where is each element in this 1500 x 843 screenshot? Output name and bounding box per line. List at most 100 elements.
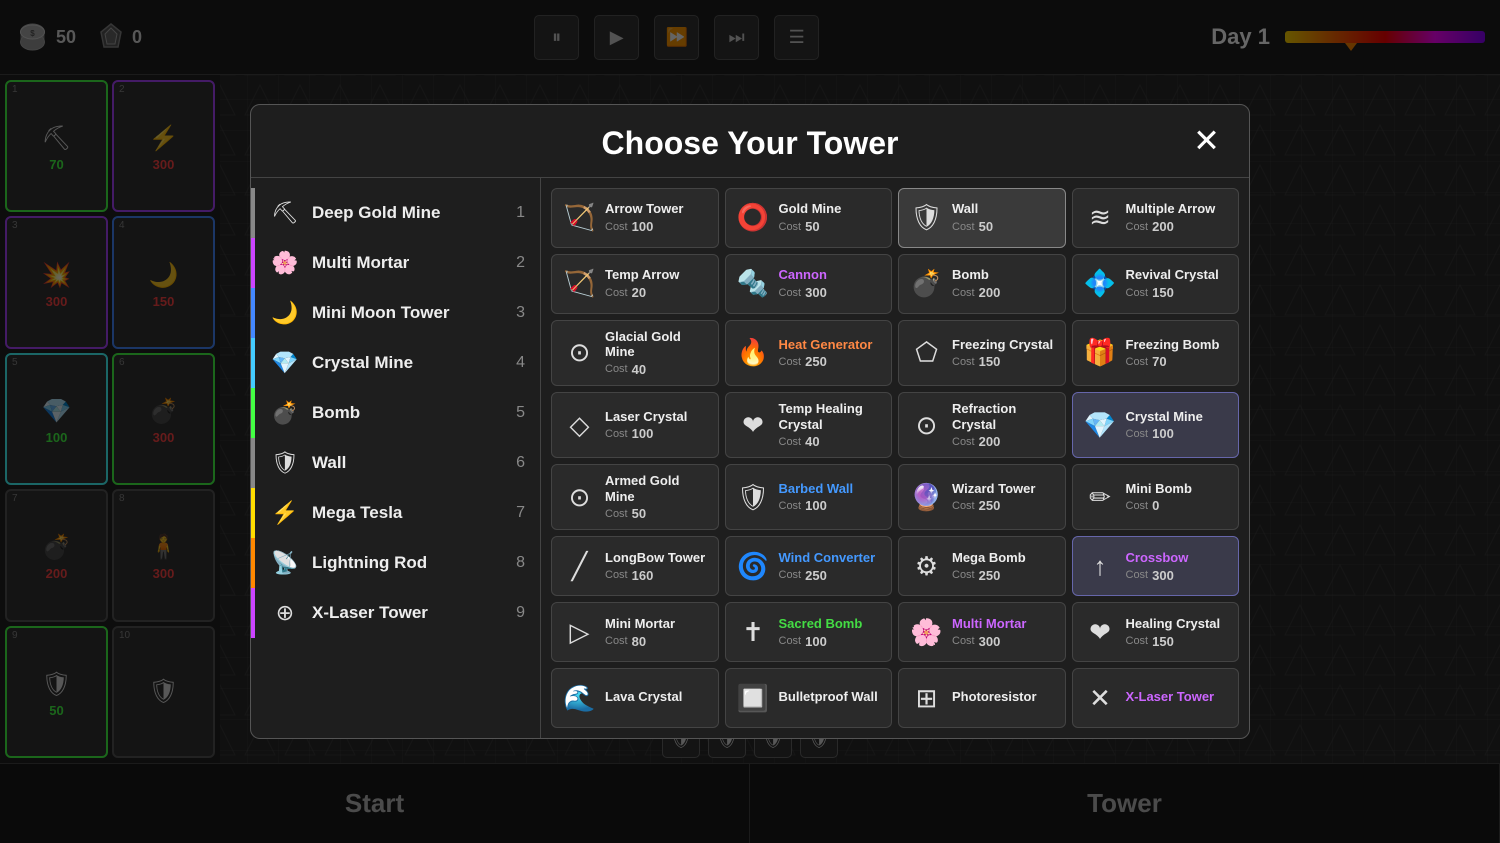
tower-list-item-4[interactable]: 💣 Bomb 5 [251, 388, 540, 438]
tower-card-6[interactable]: 💣 Bomb Cost 200 [898, 254, 1066, 314]
list-item-name: Crystal Mine [312, 353, 493, 373]
list-item-num: 7 [505, 504, 525, 522]
tower-list-panel: ⛏ Deep Gold Mine 1 🌸 Multi Mortar 2 🌙 Mi… [251, 178, 541, 739]
tower-card-25[interactable]: ✝ Sacred Bomb Cost 100 [725, 602, 893, 662]
cost-label: Cost [779, 569, 802, 581]
card-info: Wall Cost 50 [952, 201, 1055, 234]
tower-card-7[interactable]: 💠 Revival Crystal Cost 150 [1072, 254, 1240, 314]
card-info: Mega Bomb Cost 250 [952, 550, 1055, 583]
tower-card-29[interactable]: 🔲 Bulletproof Wall [725, 668, 893, 728]
list-item-icon: 📡 [270, 550, 300, 576]
card-cost-row: Cost 100 [779, 498, 882, 513]
tower-card-1[interactable]: ⭕ Gold Mine Cost 50 [725, 188, 893, 248]
cost-label: Cost [952, 356, 975, 368]
card-info: Glacial Gold Mine Cost 40 [605, 329, 708, 377]
tower-list-item-5[interactable]: 🛡 Wall 6 [251, 438, 540, 488]
cost-label: Cost [605, 287, 628, 299]
tower-card-4[interactable]: 🏹 Temp Arrow Cost 20 [551, 254, 719, 314]
tower-card-21[interactable]: 🌀 Wind Converter Cost 250 [725, 536, 893, 596]
modal-overlay[interactable]: Choose Your Tower ✕ ⛏ Deep Gold Mine 1 🌸… [0, 0, 1500, 843]
card-info: Bomb Cost 200 [952, 267, 1055, 300]
card-name: Healing Crystal [1126, 616, 1229, 632]
card-cost-row: Cost 80 [605, 634, 708, 649]
card-name: Crossbow [1126, 550, 1229, 566]
tower-card-18[interactable]: 🔮 Wizard Tower Cost 250 [898, 464, 1066, 530]
tower-card-19[interactable]: ✏ Mini Bomb Cost 0 [1072, 464, 1240, 530]
tower-card-14[interactable]: ⊙ Refraction Crystal Cost 200 [898, 392, 1066, 458]
list-item-num: 3 [505, 304, 525, 322]
tower-card-3[interactable]: ≋ Multiple Arrow Cost 200 [1072, 188, 1240, 248]
card-icon: 🎁 [1083, 337, 1118, 368]
list-item-num: 1 [505, 204, 525, 222]
tower-card-30[interactable]: ⊞ Photoresistor [898, 668, 1066, 728]
tower-list-item-3[interactable]: 💎 Crystal Mine 4 [251, 338, 540, 388]
modal-close-button[interactable]: ✕ [1184, 118, 1229, 163]
card-cost-row: Cost 20 [605, 285, 708, 300]
cost-label: Cost [1126, 635, 1149, 647]
list-item-num: 9 [505, 604, 525, 622]
card-name: Wind Converter [779, 550, 882, 566]
cost-value: 0 [1152, 498, 1159, 513]
cost-value: 300 [805, 285, 827, 300]
card-icon: 🛡 [909, 202, 944, 233]
tower-card-13[interactable]: ❤ Temp Healing Crystal Cost 40 [725, 392, 893, 458]
cost-label: Cost [1126, 356, 1149, 368]
cost-value: 250 [805, 354, 827, 369]
tower-card-8[interactable]: ⊙ Glacial Gold Mine Cost 40 [551, 320, 719, 386]
card-cost-row: Cost 250 [952, 498, 1055, 513]
tower-card-23[interactable]: ↑ Crossbow Cost 300 [1072, 536, 1240, 596]
card-info: Freezing Crystal Cost 150 [952, 337, 1055, 370]
card-name: Mega Bomb [952, 550, 1055, 566]
card-icon: ▷ [562, 617, 597, 648]
tower-card-9[interactable]: 🔥 Heat Generator Cost 250 [725, 320, 893, 386]
card-info: Multi Mortar Cost 300 [952, 616, 1055, 649]
card-icon: 🏹 [562, 268, 597, 299]
tower-card-22[interactable]: ⚙ Mega Bomb Cost 250 [898, 536, 1066, 596]
tower-list-item-1[interactable]: 🌸 Multi Mortar 2 [251, 238, 540, 288]
card-name: Freezing Bomb [1126, 337, 1229, 353]
card-name: Cannon [779, 267, 882, 283]
card-cost-row: Cost 40 [605, 362, 708, 377]
card-info: Armed Gold Mine Cost 50 [605, 473, 708, 521]
card-name: Glacial Gold Mine [605, 329, 708, 360]
cost-value: 250 [805, 568, 827, 583]
tower-card-26[interactable]: 🌸 Multi Mortar Cost 300 [898, 602, 1066, 662]
cost-value: 300 [979, 634, 1001, 649]
card-cost-row: Cost 0 [1126, 498, 1229, 513]
tower-list-item-2[interactable]: 🌙 Mini Moon Tower 3 [251, 288, 540, 338]
tower-card-5[interactable]: 🔩 Cannon Cost 300 [725, 254, 893, 314]
cost-label: Cost [605, 221, 628, 233]
tower-card-20[interactable]: ╱ LongBow Tower Cost 160 [551, 536, 719, 596]
list-item-icon: ⛏ [270, 200, 300, 226]
tower-card-15[interactable]: 💎 Crystal Mine Cost 100 [1072, 392, 1240, 458]
tower-card-16[interactable]: ⊙ Armed Gold Mine Cost 50 [551, 464, 719, 530]
card-info: Barbed Wall Cost 100 [779, 481, 882, 514]
tower-card-10[interactable]: ⬠ Freezing Crystal Cost 150 [898, 320, 1066, 386]
cost-value: 50 [805, 219, 819, 234]
tower-list-item-7[interactable]: 📡 Lightning Rod 8 [251, 538, 540, 588]
card-name: Bomb [952, 267, 1055, 283]
tower-card-0[interactable]: 🏹 Arrow Tower Cost 100 [551, 188, 719, 248]
card-cost-row: Cost 300 [779, 285, 882, 300]
card-cost-row: Cost 50 [779, 219, 882, 234]
list-item-name: Wall [312, 453, 493, 473]
cost-value: 200 [1152, 219, 1174, 234]
tower-list-item-8[interactable]: ⊕ X-Laser Tower 9 [251, 588, 540, 638]
tower-card-27[interactable]: ❤ Healing Crystal Cost 150 [1072, 602, 1240, 662]
card-name: Crystal Mine [1126, 409, 1229, 425]
tower-card-2[interactable]: 🛡 Wall Cost 50 [898, 188, 1066, 248]
tower-card-11[interactable]: 🎁 Freezing Bomb Cost 70 [1072, 320, 1240, 386]
card-name: Wall [952, 201, 1055, 217]
card-cost-row: Cost 100 [1126, 426, 1229, 441]
tower-card-28[interactable]: 🌊 Lava Crystal [551, 668, 719, 728]
tower-card-12[interactable]: ◇ Laser Crystal Cost 100 [551, 392, 719, 458]
card-icon: ✝ [736, 617, 771, 648]
tower-card-24[interactable]: ▷ Mini Mortar Cost 80 [551, 602, 719, 662]
list-item-name: Lightning Rod [312, 553, 493, 573]
card-name: Bulletproof Wall [779, 689, 882, 705]
tower-card-31[interactable]: ✕ X-Laser Tower [1072, 668, 1240, 728]
cost-label: Cost [1126, 569, 1149, 581]
tower-card-17[interactable]: 🛡 Barbed Wall Cost 100 [725, 464, 893, 530]
tower-list-item-0[interactable]: ⛏ Deep Gold Mine 1 [251, 188, 540, 238]
tower-list-item-6[interactable]: ⚡ Mega Tesla 7 [251, 488, 540, 538]
